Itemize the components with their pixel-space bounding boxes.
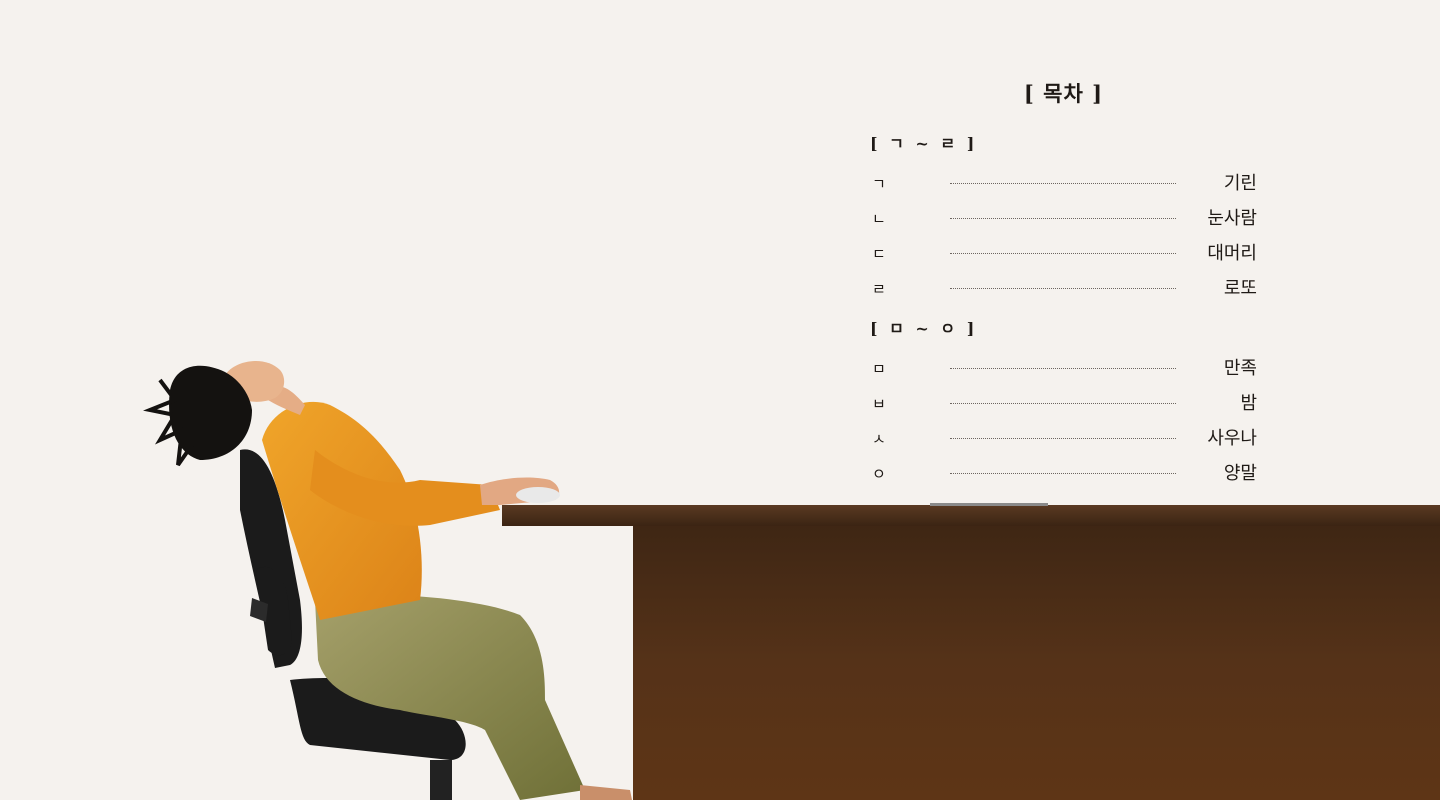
desk xyxy=(502,503,1440,800)
item-title: 기린 xyxy=(1223,173,1257,194)
dot-leader xyxy=(950,218,1176,219)
item-index: ㄹ xyxy=(872,280,886,298)
item-title: 양말 xyxy=(1223,463,1257,484)
item-title: 밤 xyxy=(1240,393,1257,414)
toc-item-snowman[interactable]: ㄴ 눈사람 xyxy=(870,203,1257,238)
toc-item-night[interactable]: ㅂ 밤 xyxy=(870,388,1257,423)
dot-leader xyxy=(950,183,1176,184)
item-title: 로또 xyxy=(1223,278,1257,299)
dot-leader xyxy=(950,288,1176,289)
section-heading: [ ㅁ ~ ㅇ ] xyxy=(870,319,978,338)
hand-and-mouse xyxy=(480,477,560,505)
toc-section-giyeok-to-rieul: [ ㄱ ~ ㄹ ] ㄱ 기린 ㄴ 눈사람 ㄷ 대머리 ㄹ 로또 xyxy=(870,132,1257,308)
item-index: ㄱ xyxy=(872,175,886,193)
dot-leader xyxy=(950,403,1176,404)
item-title: 만족 xyxy=(1223,358,1257,379)
toc-title: [ 목차 ] xyxy=(1023,81,1104,106)
toc-item-sauna[interactable]: ㅅ 사우나 xyxy=(870,423,1257,458)
toc-item-lotto[interactable]: ㄹ 로또 xyxy=(870,273,1257,308)
toc-item-satisfaction[interactable]: ㅁ 만족 xyxy=(870,353,1257,388)
toc-section-mieum-to-ieung: [ ㅁ ~ ㅇ ] ㅁ 만족 ㅂ 밤 ㅅ 사우나 ㅇ 양말 xyxy=(870,317,1257,493)
dot-leader xyxy=(950,253,1176,254)
section-heading: [ ㄱ ~ ㄹ ] xyxy=(870,134,978,153)
toc-item-baldhead[interactable]: ㄷ 대머리 xyxy=(870,238,1257,273)
dot-leader xyxy=(950,473,1176,474)
item-index: ㄷ xyxy=(872,245,886,263)
dot-leader xyxy=(950,438,1176,439)
item-title: 대머리 xyxy=(1207,243,1257,264)
item-title: 사우나 xyxy=(1207,428,1257,449)
toc-item-socks[interactable]: ㅇ 양말 xyxy=(870,458,1257,493)
pants xyxy=(315,595,632,800)
item-title: 눈사람 xyxy=(1207,208,1257,229)
item-index: ㅅ xyxy=(872,430,886,448)
toc-item-giraffe[interactable]: ㄱ 기린 xyxy=(870,168,1257,203)
item-index: ㅁ xyxy=(872,360,886,378)
item-index: ㄴ xyxy=(872,210,886,228)
sweater xyxy=(262,401,500,620)
item-index: ㅂ xyxy=(872,395,886,413)
dot-leader xyxy=(950,368,1176,369)
item-index: ㅇ xyxy=(872,465,886,483)
